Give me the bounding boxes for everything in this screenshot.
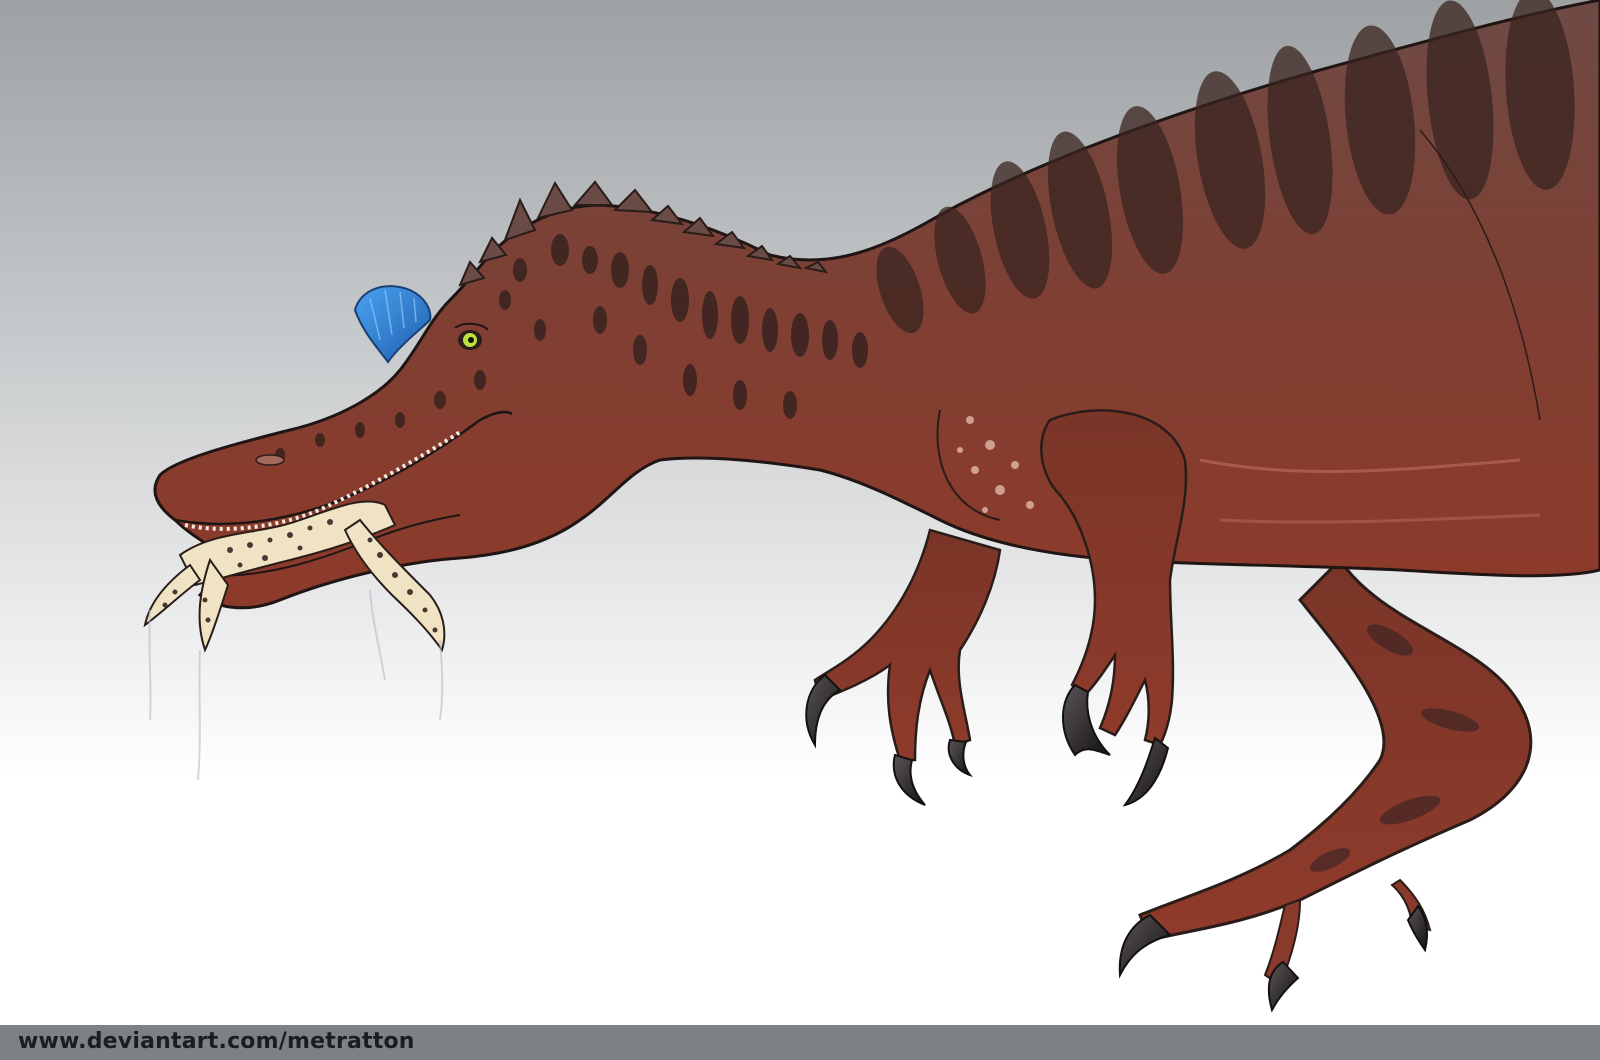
- dinosaur-illustration: [143, 0, 1600, 1013]
- claw-icon: [1122, 736, 1170, 807]
- watermark-text: www.deviantart.com/metratton: [18, 1029, 415, 1054]
- claw-icon: [805, 673, 842, 749]
- claw-icon: [892, 753, 926, 806]
- front-arm-left: [805, 528, 1002, 806]
- illustration-canvas: [0, 0, 1600, 1025]
- claw-icon: [947, 738, 973, 778]
- watermark-bar: www.deviantart.com/metratton: [0, 1025, 1600, 1060]
- hind-leg: [1118, 557, 1533, 1013]
- front-arm-right: [1040, 409, 1188, 807]
